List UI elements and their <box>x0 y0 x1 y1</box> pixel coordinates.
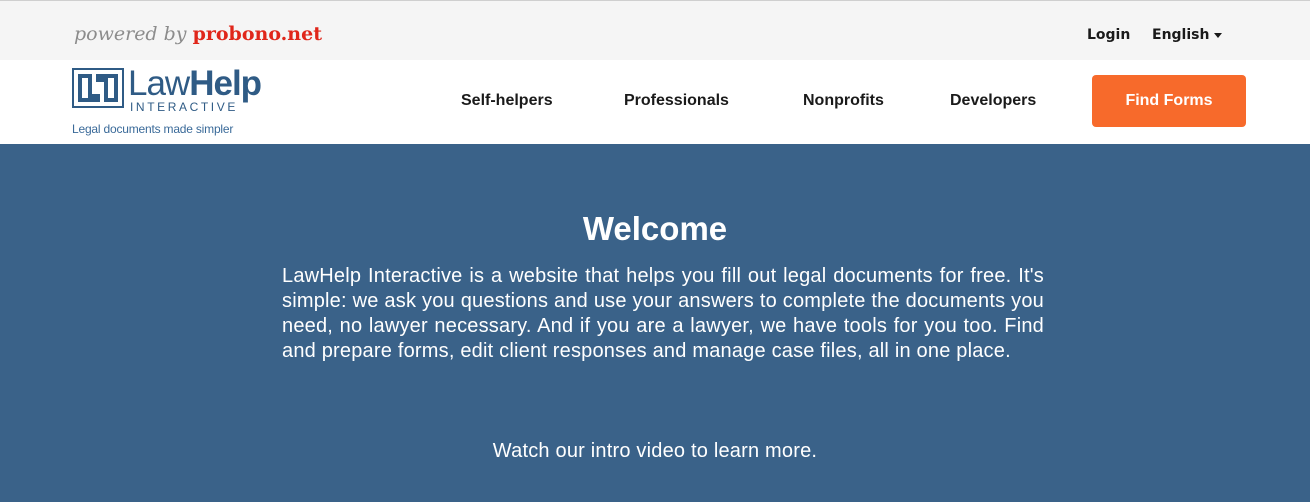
logo-tagline: Legal documents made simpler <box>72 122 234 136</box>
powered-by-probono[interactable]: powered by probono.net <box>74 21 322 47</box>
nav-developers[interactable]: Developers <box>950 91 1036 111</box>
welcome-hero: Welcome LawHelp Interactive is a website… <box>0 144 1310 502</box>
nav-nonprofits[interactable]: Nonprofits <box>803 91 884 111</box>
login-link[interactable]: Login <box>1087 26 1130 44</box>
caret-down-icon <box>1214 32 1223 38</box>
find-forms-button[interactable]: Find Forms <box>1092 75 1246 127</box>
nav-professionals[interactable]: Professionals <box>624 91 729 111</box>
main-navbar: LawHelp INTERACTIVE Legal documents made… <box>0 60 1310 144</box>
lawhelp-logo-mark-icon <box>72 68 124 108</box>
logo-wordmark: LawHelp <box>128 64 262 104</box>
top-utility-bar: powered by probono.net Login English <box>0 0 1310 60</box>
powered-by-label: powered by <box>74 23 187 45</box>
hero-title: Welcome <box>582 210 728 247</box>
language-selector[interactable]: English <box>1152 26 1223 44</box>
probono-brand-link[interactable]: probono.net <box>193 23 322 45</box>
logo-interactive-text: INTERACTIVE <box>130 100 238 114</box>
logo-word-law: Law <box>128 64 190 103</box>
nav-self-helpers[interactable]: Self-helpers <box>461 91 553 111</box>
intro-video-link[interactable]: Watch our intro video to learn more. <box>0 439 1310 464</box>
lawhelp-logo[interactable]: LawHelp INTERACTIVE Legal documents made… <box>72 64 282 140</box>
hero-description: LawHelp Interactive is a website that he… <box>282 265 1044 362</box>
language-label: English <box>1152 27 1210 43</box>
logo-word-help: Help <box>189 64 262 103</box>
